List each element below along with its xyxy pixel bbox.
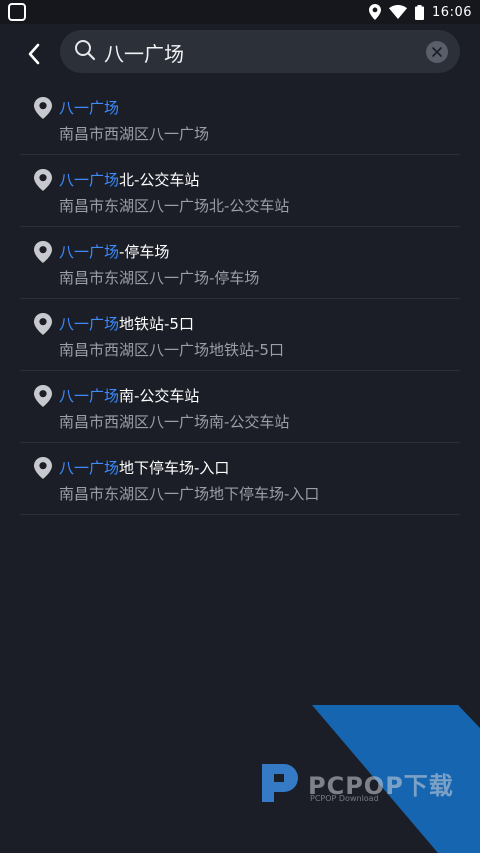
clear-search-button[interactable] bbox=[426, 41, 448, 63]
app-notification-icon bbox=[8, 3, 26, 21]
result-title-highlight: 八一广场 bbox=[59, 99, 120, 117]
location-pin-icon bbox=[34, 241, 52, 263]
result-title-rest: -停车场 bbox=[119, 243, 170, 261]
result-address: 南昌市西湖区八一广场南-公交车站 bbox=[59, 413, 290, 431]
result-item[interactable]: 八一广场-停车场 南昌市东湖区八一广场-停车场 bbox=[20, 227, 460, 299]
result-title: 八一广场地下停车场-入口 bbox=[59, 457, 229, 478]
location-pin-icon bbox=[34, 457, 52, 479]
location-pin-icon bbox=[34, 169, 52, 191]
search-header bbox=[0, 24, 480, 80]
watermark-subtitle: PCPOP Download bbox=[310, 794, 379, 803]
result-title: 八一广场地铁站-5口 bbox=[59, 313, 194, 334]
result-title-rest: 北-公交车站 bbox=[119, 171, 200, 189]
result-title-highlight: 八一广场 bbox=[59, 243, 120, 261]
result-title: 八一广场-停车场 bbox=[59, 241, 169, 262]
status-indicators: 16:06 bbox=[369, 4, 472, 20]
result-item[interactable]: 八一广场地下停车场-入口 南昌市东湖区八一广场地下停车场-入口 bbox=[20, 443, 460, 515]
status-time: 16:06 bbox=[432, 4, 472, 20]
close-icon bbox=[432, 47, 442, 57]
result-title-highlight: 八一广场 bbox=[59, 459, 120, 477]
result-address: 南昌市西湖区八一广场地铁站-5口 bbox=[59, 341, 284, 359]
result-item[interactable]: 八一广场 南昌市西湖区八一广场 bbox=[20, 83, 460, 155]
search-icon bbox=[74, 39, 98, 63]
result-title-rest: 南-公交车站 bbox=[119, 387, 200, 405]
result-item[interactable]: 八一广场地铁站-5口 南昌市西湖区八一广场地铁站-5口 bbox=[20, 299, 460, 371]
status-bar: 16:06 bbox=[0, 0, 480, 24]
result-item[interactable]: 八一广场北-公交车站 南昌市东湖区八一广场北-公交车站 bbox=[20, 155, 460, 227]
result-address: 南昌市东湖区八一广场地下停车场-入口 bbox=[59, 485, 320, 503]
back-button[interactable] bbox=[14, 34, 54, 74]
location-pin-icon bbox=[34, 385, 52, 407]
result-address: 南昌市东湖区八一广场-停车场 bbox=[59, 269, 260, 287]
result-title-rest: 地铁站-5口 bbox=[119, 315, 194, 333]
location-pin-icon bbox=[34, 97, 52, 119]
result-title-highlight: 八一广场 bbox=[59, 171, 120, 189]
result-address: 南昌市西湖区八一广场 bbox=[59, 125, 210, 143]
location-pin-icon bbox=[34, 313, 52, 335]
location-status-icon bbox=[369, 4, 382, 20]
chevron-left-icon bbox=[28, 43, 40, 65]
result-address: 南昌市东湖区八一广场北-公交车站 bbox=[59, 197, 290, 215]
battery-icon bbox=[415, 4, 425, 20]
result-title: 八一广场北-公交车站 bbox=[59, 169, 199, 190]
result-title-rest: 地下停车场-入口 bbox=[119, 459, 230, 477]
search-box[interactable] bbox=[60, 30, 460, 73]
result-title-highlight: 八一广场 bbox=[59, 315, 120, 333]
search-results-list: 八一广场 南昌市西湖区八一广场 八一广场北-公交车站 南昌市东湖区八一广场北-公… bbox=[20, 83, 460, 515]
search-input[interactable] bbox=[102, 36, 406, 69]
result-title: 八一广场南-公交车站 bbox=[59, 385, 199, 406]
watermark-logo bbox=[262, 764, 298, 802]
wifi-icon bbox=[389, 5, 408, 19]
result-title-highlight: 八一广场 bbox=[59, 387, 120, 405]
result-item[interactable]: 八一广场南-公交车站 南昌市西湖区八一广场南-公交车站 bbox=[20, 371, 460, 443]
result-title: 八一广场 bbox=[59, 97, 119, 118]
